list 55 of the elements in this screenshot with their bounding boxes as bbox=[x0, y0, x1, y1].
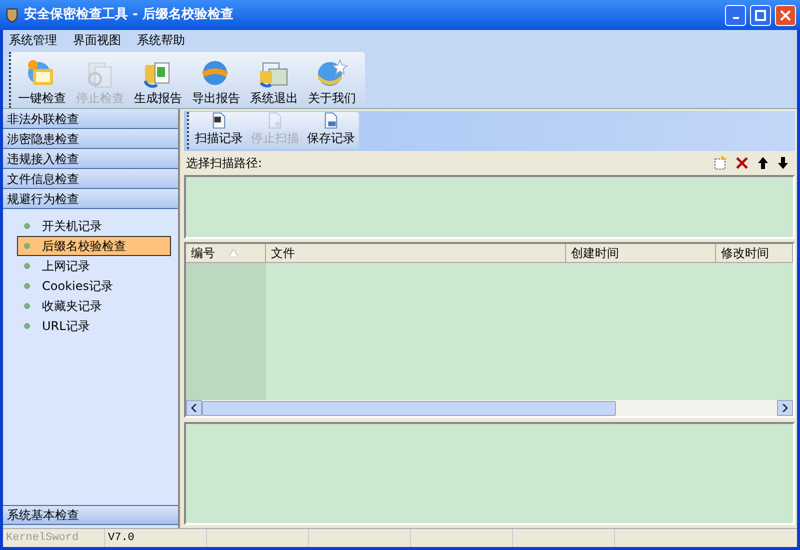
bullet-icon bbox=[24, 243, 30, 249]
column-header[interactable]: 编号 bbox=[186, 244, 266, 262]
scrollbar-thumb[interactable] bbox=[202, 400, 616, 416]
bullet-icon bbox=[24, 263, 30, 269]
bullet-icon bbox=[24, 283, 30, 289]
sidebar-item[interactable]: Cookies记录 bbox=[17, 276, 171, 296]
document-icon bbox=[323, 112, 339, 129]
status-field: V7.0 bbox=[105, 529, 207, 547]
close-button[interactable] bbox=[775, 4, 796, 26]
sort-arrow-icon bbox=[229, 249, 238, 257]
menu-item[interactable]: 系统帮助 bbox=[137, 31, 185, 49]
minimize-button[interactable] bbox=[725, 4, 746, 26]
maximize-button[interactable] bbox=[750, 4, 771, 26]
toolbar-button[interactable]: 关于我们 bbox=[303, 52, 361, 108]
minimize-icon bbox=[732, 17, 738, 19]
column-header[interactable]: 修改时间 bbox=[716, 244, 793, 262]
sidebar-item[interactable]: 收藏夹记录 bbox=[17, 296, 171, 316]
path-label: 选择扫描路径: bbox=[186, 155, 262, 172]
category-header[interactable]: 系统基本检查 bbox=[3, 505, 178, 525]
scan-toolbar-button[interactable]: 扫描记录 bbox=[195, 112, 243, 149]
scan-toolbar-button[interactable]: 保存记录 bbox=[307, 112, 355, 149]
bullet-icon bbox=[24, 323, 30, 329]
horizontal-scrollbar[interactable] bbox=[186, 400, 793, 416]
window-title: 安全保密检查工具 - 后缀名校验检查 bbox=[24, 6, 234, 24]
status-field: KernelSword bbox=[3, 529, 105, 547]
category-header[interactable]: 规避行为检查 bbox=[3, 189, 178, 209]
sidebar-item[interactable]: 开关机记录 bbox=[17, 216, 171, 236]
toolbar-icon bbox=[315, 57, 349, 89]
up-arrow-icon[interactable] bbox=[757, 156, 769, 170]
sidebar-item[interactable]: 上网记录 bbox=[17, 256, 171, 276]
maximize-icon bbox=[755, 10, 766, 20]
sidebar-item[interactable]: 后缀名校验检查 bbox=[17, 236, 171, 256]
delete-icon[interactable] bbox=[735, 156, 749, 170]
down-arrow-icon[interactable] bbox=[777, 156, 789, 170]
close-icon bbox=[780, 10, 791, 20]
column-header[interactable]: 创建时间 bbox=[566, 244, 716, 262]
document-icon bbox=[211, 112, 227, 129]
menu-item[interactable]: 界面视图 bbox=[73, 31, 121, 49]
document-icon bbox=[267, 112, 283, 129]
toolbar-button[interactable]: 导出报告 bbox=[187, 52, 245, 108]
shield-icon bbox=[4, 7, 20, 23]
column-header[interactable]: 文件 bbox=[266, 244, 566, 262]
toolbar-button[interactable]: 生成报告 bbox=[129, 52, 187, 108]
bullet-icon bbox=[24, 223, 30, 229]
category-header[interactable]: 非法外联检查 bbox=[3, 109, 178, 129]
toolbar-button[interactable]: 一键检查 bbox=[13, 52, 71, 108]
category-header[interactable]: 违规接入检查 bbox=[3, 149, 178, 169]
new-item-icon[interactable] bbox=[713, 156, 727, 170]
bullet-icon bbox=[24, 303, 30, 309]
menu-item[interactable]: 系统管理 bbox=[9, 31, 57, 49]
category-header[interactable]: 涉密隐患检查 bbox=[3, 129, 178, 149]
sidebar-item[interactable]: URL记录 bbox=[17, 316, 171, 336]
toolbar-button[interactable]: 系统退出 bbox=[245, 52, 303, 108]
path-list[interactable] bbox=[184, 175, 795, 239]
category-header[interactable]: 文件信息检查 bbox=[3, 169, 178, 189]
